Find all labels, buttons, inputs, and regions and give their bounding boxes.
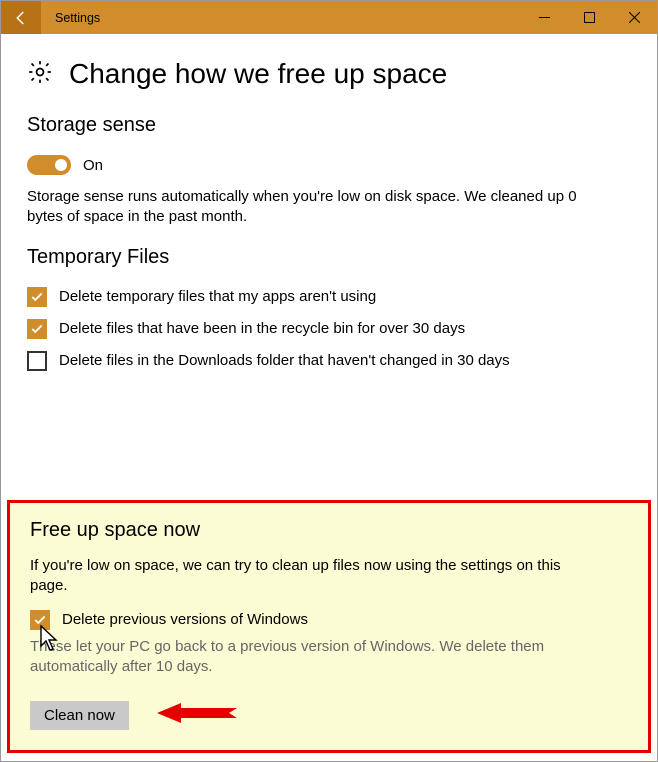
gear-icon xyxy=(27,59,53,90)
back-button[interactable] xyxy=(1,1,41,34)
checkbox-label: Delete files in the Downloads folder tha… xyxy=(59,351,510,371)
delete-previous-windows-description: These let your PC go back to a previous … xyxy=(30,637,590,678)
checkbox-label: Delete temporary files that my apps aren… xyxy=(59,287,376,307)
temporary-files-heading: Temporary Files xyxy=(27,246,631,269)
free-up-space-description: If you're low on space, we can try to cl… xyxy=(30,556,590,597)
titlebar: Settings xyxy=(1,1,657,34)
storage-sense-description: Storage sense runs automatically when yo… xyxy=(27,187,587,228)
close-button[interactable] xyxy=(612,1,657,34)
arrow-left-icon xyxy=(157,701,247,730)
clean-now-button[interactable]: Clean now xyxy=(30,701,129,730)
checkbox-delete-temp-files[interactable] xyxy=(27,287,47,307)
storage-sense-toggle-label: On xyxy=(83,157,103,174)
storage-sense-heading: Storage sense xyxy=(27,114,631,137)
checkbox-recycle-bin-30days[interactable] xyxy=(27,319,47,339)
checkbox-downloads-30days[interactable] xyxy=(27,351,47,371)
maximize-button[interactable] xyxy=(567,1,612,34)
free-up-space-highlight: Free up space now If you're low on space… xyxy=(7,500,651,753)
minimize-button[interactable] xyxy=(522,1,567,34)
free-up-space-heading: Free up space now xyxy=(30,519,628,542)
storage-sense-toggle[interactable] xyxy=(27,155,71,175)
page-title: Change how we free up space xyxy=(69,58,447,90)
window-title: Settings xyxy=(41,1,522,34)
checkbox-label: Delete files that have been in the recyc… xyxy=(59,319,465,339)
checkbox-delete-previous-windows[interactable] xyxy=(30,610,50,630)
checkbox-label: Delete previous versions of Windows xyxy=(62,610,308,630)
